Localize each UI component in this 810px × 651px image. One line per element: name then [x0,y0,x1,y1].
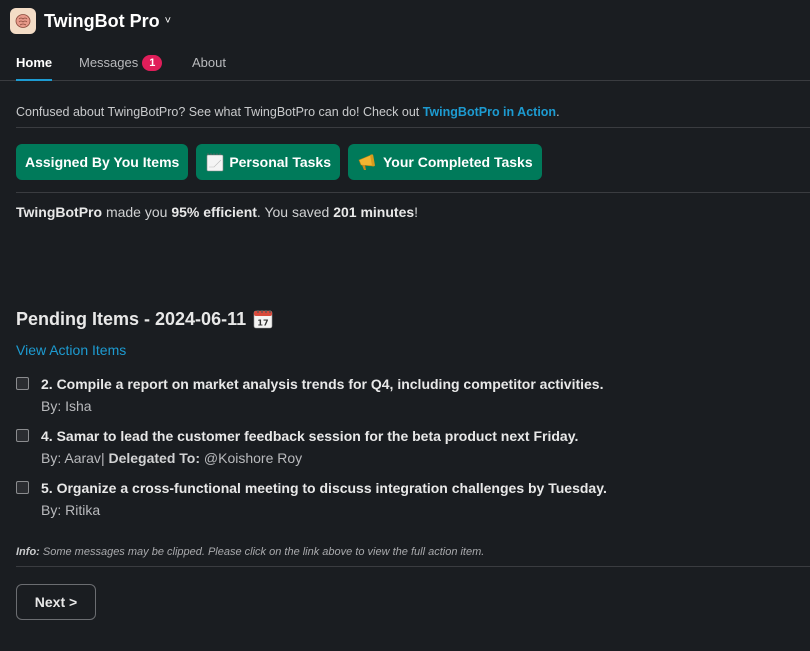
next-button[interactable]: Next > [16,584,96,620]
completed-tasks-button[interactable]: Your Completed Tasks [348,144,542,180]
divider [16,192,810,193]
tab-home[interactable]: Home [16,55,53,81]
personal-label: Personal Tasks [229,154,331,170]
delegated-user[interactable]: @Koishore Roy [200,450,302,466]
brain-app-icon[interactable] [10,8,36,34]
megaphone-icon [357,152,379,172]
intro-text: Confused about TwingBotPro? See what Twi… [16,105,560,119]
item-text: 5. Organize a cross-functional meeting t… [41,480,607,496]
info-label: Info: [16,546,40,558]
tab-bar: Home Messages 1 About [0,44,810,81]
assigned-label: Assigned By You Items [25,154,180,170]
in-action-link[interactable]: TwingBotPro in Action [423,105,556,119]
author-name: Aarav [64,450,101,466]
item-checkbox[interactable] [16,481,29,494]
info-text: Some messages may be clipped. Please cli… [39,546,485,558]
by-label: By: [41,450,65,466]
efficiency-summary: TwingBotPro made you 95% efficient. You … [16,204,418,220]
delegated-label: Delegated To: [108,450,200,466]
divider [16,566,810,567]
tab-messages[interactable]: Messages 1 [79,55,163,81]
minutes-saved-value: 201 minutes [333,204,415,220]
pending-title: Pending Items - 2024-06-11 17 [16,308,274,330]
view-action-items-link[interactable]: View Action Items [16,342,126,358]
intro-body: Confused about TwingBotPro? See what Twi… [16,105,423,119]
intro-suffix: . [556,105,560,119]
stats-text: . You saved [256,204,334,220]
chevron-down-icon[interactable]: ˅ [165,15,171,27]
completed-label: Your Completed Tasks [383,154,533,170]
divider [16,127,810,128]
tab-home-label: Home [16,55,53,70]
assigned-by-you-button[interactable]: Assigned By You Items [16,144,189,180]
tab-about-label: About [192,55,226,70]
item-by: By: Aarav| Delegated To: @Koishore Roy [41,450,302,466]
app-title[interactable]: TwingBot Pro [44,11,160,32]
stats-app-name: TwingBotPro [16,204,103,220]
efficiency-value: 95% efficient [171,204,257,220]
action-buttons: Assigned By You Items Personal Tasks You… [16,144,542,180]
tab-messages-label: Messages [79,55,139,70]
pending-title-text: Pending Items - 2024-06-11 [16,308,247,329]
item-checkbox[interactable] [16,429,29,442]
author-name: Isha [65,398,92,414]
tab-about[interactable]: About [192,55,226,81]
item-text: 4. Samar to lead the customer feedback s… [41,428,579,444]
item-by: By: Ritika [41,502,100,518]
app-header: TwingBot Pro ˅ [10,6,171,36]
item-text: 2. Compile a report on market analysis t… [41,376,604,392]
item-checkbox[interactable] [16,377,29,390]
stats-text: made you [102,204,172,220]
author-name: Ritika [65,502,101,518]
unread-badge: 1 [142,55,163,71]
by-label: By: [41,398,66,414]
stats-text: ! [414,204,419,220]
notepad-icon [205,152,225,172]
svg-text:17: 17 [258,319,269,328]
item-by: By: Isha [41,398,92,414]
personal-tasks-button[interactable]: Personal Tasks [196,144,340,180]
calendar-icon: 17 [252,308,274,330]
by-label: By: [41,502,66,518]
info-note: Info: Some messages may be clipped. Plea… [16,546,484,558]
